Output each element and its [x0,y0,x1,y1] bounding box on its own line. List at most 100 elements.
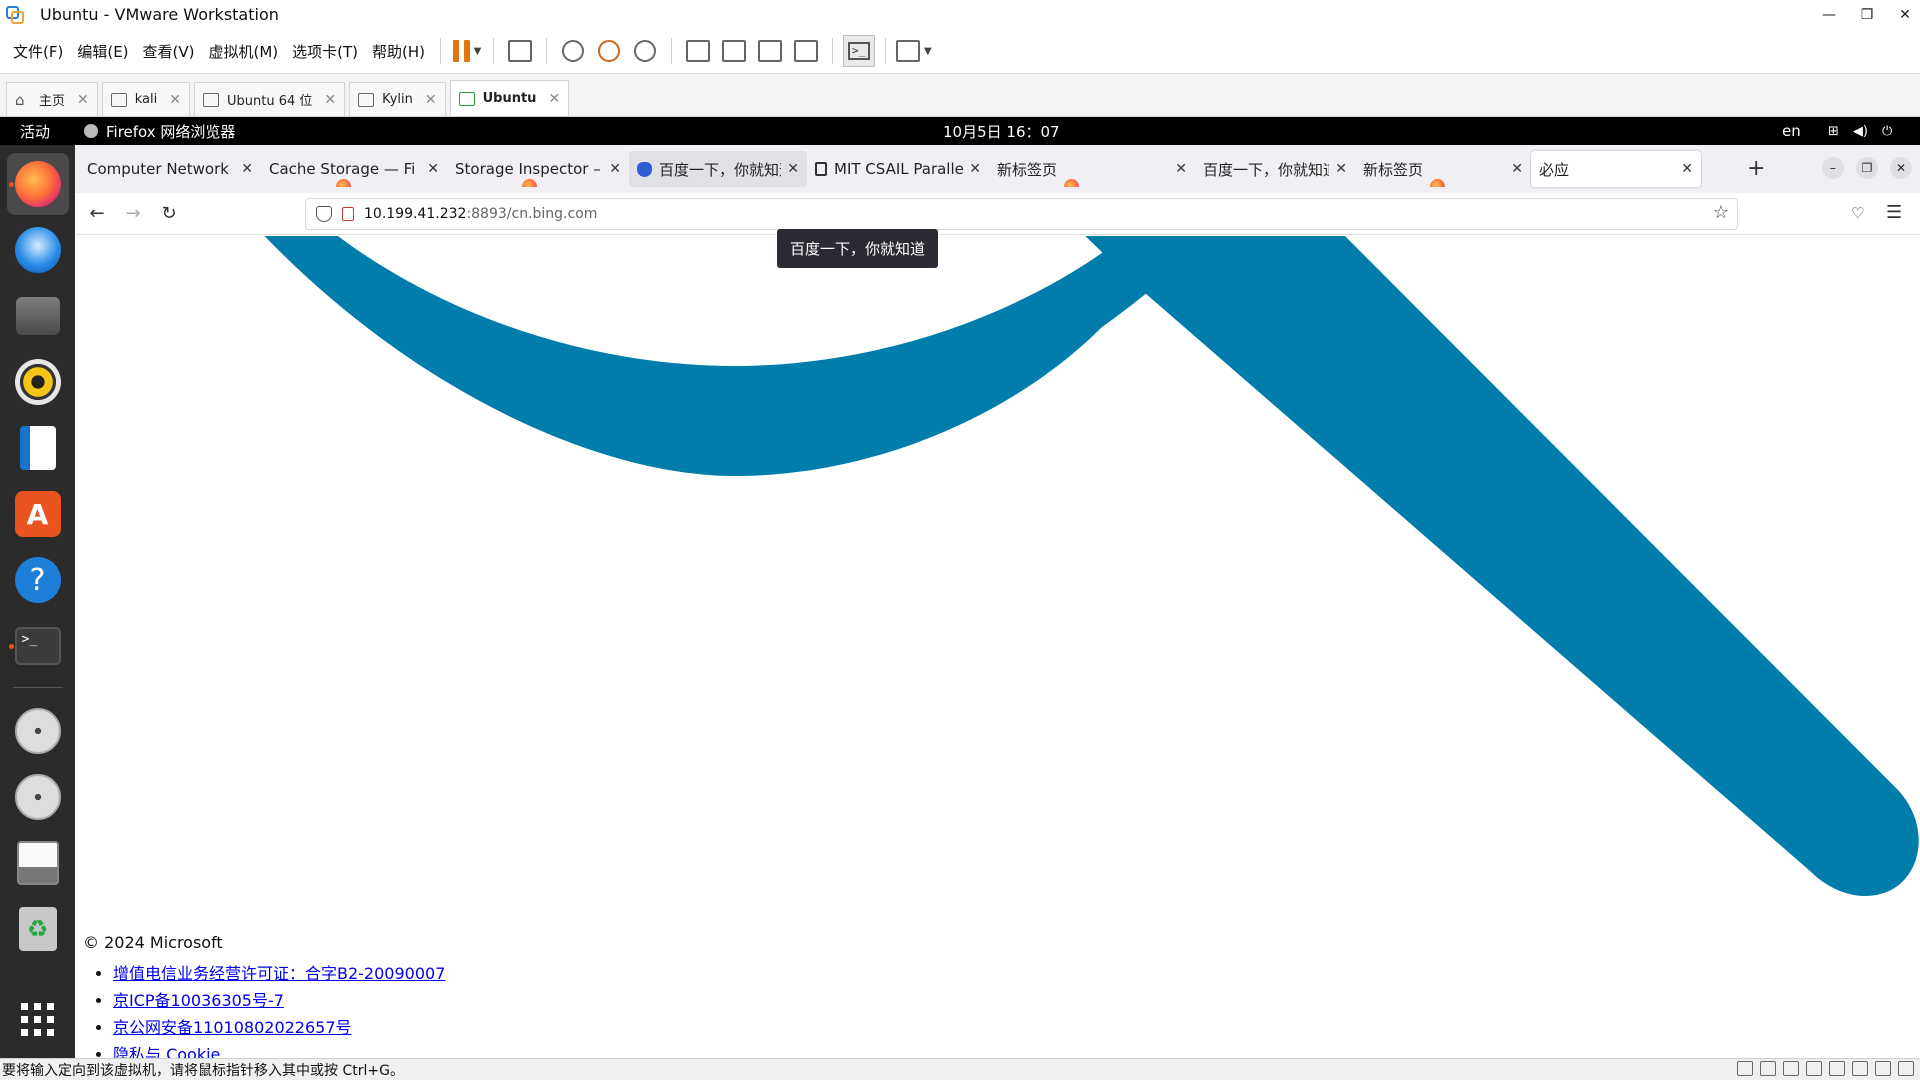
vm-console[interactable]: 活动 Firefox 网络浏览器 10月5日 16：07 en ⊞ ◀) ⏻ A… [0,117,1920,1058]
menu-help[interactable]: 帮助(H) [365,41,432,62]
browser-tab-active[interactable]: 必应 ✕ [1531,151,1701,187]
menu-vm[interactable]: 虚拟机(M) [202,41,286,62]
close-button[interactable]: ✕ [1890,157,1912,179]
browser-tab[interactable]: 百度一下，你就知道 ✕ [629,151,807,187]
revert-snapshot-button[interactable] [593,35,625,67]
icp-link[interactable]: 京ICP备10036305号-7 [113,991,284,1010]
library-view-button[interactable] [682,35,714,67]
browser-tab[interactable]: 百度一下，你就知道 ✕ [1195,151,1355,187]
dock-rhythmbox[interactable] [7,351,69,413]
browser-tab[interactable]: Storage Inspector – ✕ [447,151,629,187]
close-tab-icon[interactable]: ✕ [1511,161,1523,177]
privacy-link[interactable]: 隐私与 Cookie [113,1045,220,1058]
pocket-icon[interactable]: ♡ [1851,204,1864,222]
cd-dvd-icon[interactable] [1760,1061,1776,1076]
system-tray[interactable]: ⊞ ◀) ⏻ [1828,124,1892,139]
dock-app-store[interactable]: A [7,483,69,545]
dock-firefox[interactable] [6,153,69,215]
thumbnail-view-button[interactable] [718,35,750,67]
hard-disk-icon[interactable] [1737,1061,1753,1076]
message-log-icon[interactable] [1898,1061,1914,1076]
vm-tab-ubuntu[interactable]: Ubuntu ✕ [449,80,570,116]
unity-button[interactable] [790,35,822,67]
console-view-button[interactable]: >_ [843,35,876,67]
clock[interactable]: 10月5日 16：07 [943,121,1060,142]
unity-icon [794,40,819,62]
close-tab-icon[interactable]: ✕ [169,92,181,108]
reload-button[interactable]: ↻ [151,203,187,224]
snapshot-button[interactable] [557,35,589,67]
snapshot-manager-button[interactable] [629,35,661,67]
close-tab-icon[interactable]: ✕ [241,161,253,177]
sound-card-icon[interactable] [1875,1061,1891,1076]
close-tab-icon[interactable]: ✕ [425,92,437,108]
firefox-favicon-icon [1064,179,1079,187]
app-menu[interactable]: Firefox 网络浏览器 [84,121,235,142]
close-tab-icon[interactable]: ✕ [1681,161,1693,177]
vm-tab-kali[interactable]: kali ✕ [101,82,190,116]
page-content[interactable]: © 2024 Microsoft 增值电信业务经营许可证：合字B2-200900… [75,236,1920,1058]
forward-button[interactable]: → [115,203,151,224]
cd-dvd-icon[interactable] [1783,1061,1799,1076]
menu-view[interactable]: 查看(V) [136,41,202,62]
activities-button[interactable]: 活动 [20,121,50,142]
minimize-button[interactable]: — [1814,0,1844,29]
insecure-lock-icon[interactable] [342,207,354,221]
close-tab-icon[interactable]: ✕ [77,92,89,108]
network-adapter-icon[interactable] [1829,1061,1845,1076]
input-language[interactable]: en [1782,122,1801,140]
browser-tab[interactable]: 新标签页 ✕ [1355,151,1531,187]
close-button[interactable]: ✕ [1890,0,1920,29]
close-tab-icon[interactable]: ✕ [1335,161,1347,177]
menu-edit[interactable]: 编辑(E) [70,41,135,62]
close-tab-icon[interactable]: ✕ [324,92,336,108]
close-tab-icon[interactable]: ✕ [427,161,439,177]
send-keys-icon [508,40,533,62]
restore-button[interactable]: ❐ [1852,0,1882,29]
dock-writer[interactable] [7,417,69,479]
close-tab-icon[interactable]: ✕ [548,91,560,107]
close-tab-icon[interactable]: ✕ [969,161,981,177]
close-tab-icon[interactable]: ✕ [787,161,799,177]
license-link[interactable]: 增值电信业务经营许可证：合字B2-20090007 [113,964,445,983]
minimize-button[interactable]: – [1822,157,1844,179]
dock-files[interactable] [7,285,69,347]
send-ctrl-alt-del-button[interactable] [504,35,536,67]
menu-tabs[interactable]: 选项卡(T) [285,41,365,62]
dock-help[interactable]: ? [7,549,69,611]
dock-disc-2[interactable] [7,766,69,828]
browser-tab[interactable]: MIT CSAIL Parallel a ✕ [807,151,989,187]
menu-file[interactable]: 文件(F) [6,41,70,62]
fullscreen-button[interactable] [754,35,786,67]
browser-tab[interactable]: 新标签页 ✕ [989,151,1195,187]
close-tab-icon[interactable]: ✕ [1175,161,1187,177]
dock-floppy[interactable] [7,832,69,894]
shield-icon[interactable] [316,206,332,222]
show-apps-button[interactable] [7,988,69,1050]
back-button[interactable]: ← [79,203,115,224]
firefox-icon [84,124,98,138]
dock-thunderbird[interactable] [7,219,69,281]
new-tab-button[interactable]: + [1747,158,1765,180]
vm-tab-kylin[interactable]: Kylin ✕ [349,82,446,116]
printer-icon[interactable] [1852,1061,1868,1076]
dock-disc-1[interactable] [7,700,69,762]
police-record-link[interactable]: 京公网安备11010802022657号 [113,1018,352,1037]
maximize-button[interactable]: ❐ [1856,157,1878,179]
dock-trash[interactable]: ♻ [7,898,69,960]
url-bar[interactable]: 10.199.41.232:8893/cn.bing.com ☆ [305,198,1738,230]
pause-button[interactable]: ▼ [451,35,483,67]
browser-tab[interactable]: Cache Storage — Fi ✕ [261,151,447,187]
browser-tab[interactable]: Computer Network Re ✕ [79,151,261,187]
stretch-view-button[interactable]: ▼ [896,35,932,67]
vm-tab-ubuntu64[interactable]: Ubuntu 64 位 ✕ [193,82,346,116]
floppy-icon[interactable] [1806,1061,1822,1076]
thumbnail-layout-icon [722,40,747,62]
close-tab-icon[interactable]: ✕ [609,161,621,177]
bookmark-star-icon[interactable]: ☆ [1713,202,1729,223]
mit-favicon-icon [815,162,827,176]
dock-terminal[interactable]: >_ [7,615,69,677]
help-icon: ? [14,557,61,603]
hamburger-menu-icon[interactable]: ☰ [1886,202,1902,223]
vm-tab-home[interactable]: ⌂ 主页 ✕ [6,82,98,116]
